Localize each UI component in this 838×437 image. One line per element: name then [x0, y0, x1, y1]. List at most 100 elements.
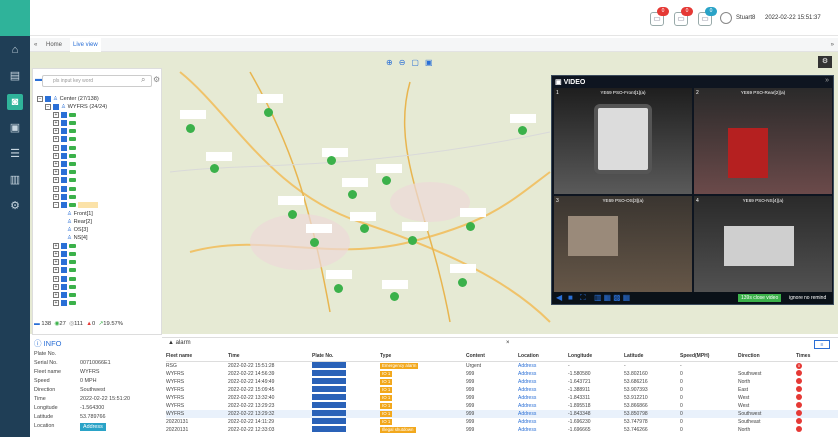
- live-view-icon[interactable]: ◙: [7, 94, 23, 110]
- location-cell-value[interactable]: Address: [518, 403, 536, 409]
- tree-vehicle[interactable]: +: [37, 177, 157, 185]
- tree-vehicle[interactable]: +: [37, 128, 157, 136]
- tree-vehicle[interactable]: +: [37, 300, 157, 308]
- vehicle-marker[interactable]: [310, 238, 319, 247]
- col-header[interactable]: Direction: [738, 352, 796, 362]
- col-header[interactable]: Type: [380, 352, 466, 362]
- col-header[interactable]: Speed(MPH): [680, 352, 738, 362]
- vehicle-marker[interactable]: [264, 108, 273, 117]
- report-icon[interactable]: ▥: [7, 172, 23, 188]
- volume-icon[interactable]: ◀: [556, 293, 562, 302]
- times-cell-value[interactable]: [796, 401, 802, 408]
- table-row[interactable]: WYFRS 2022-02-22 13:29:32 IO 1 999 Address -1…: [166, 409, 838, 418]
- tree-vehicle[interactable]: +: [37, 283, 157, 291]
- times-cell-value[interactable]: [796, 377, 802, 384]
- vehicle-marker[interactable]: [360, 224, 369, 233]
- vehicle-marker[interactable]: [334, 284, 343, 293]
- search-icon[interactable]: ⌕: [141, 75, 145, 85]
- times-cell-value[interactable]: 0: [796, 362, 802, 369]
- settings-icon[interactable]: ⚙: [7, 198, 23, 214]
- tree-vehicle[interactable]: +: [37, 120, 157, 128]
- col-header[interactable]: Longitude: [568, 352, 624, 362]
- no-remind-button[interactable]: no remind: [804, 295, 826, 301]
- tree-vehicle[interactable]: +: [37, 259, 157, 267]
- vehicle-marker[interactable]: [518, 126, 527, 135]
- camera-icon[interactable]: ■: [568, 293, 573, 302]
- map-settings-icon[interactable]: ⚙: [818, 56, 832, 68]
- table-row[interactable]: RSG 2022-02-22 15:51:28 Emergency alarm Urg…: [166, 361, 838, 370]
- vehicle-marker[interactable]: [382, 176, 391, 185]
- tree-vehicle[interactable]: +: [37, 251, 157, 259]
- filter-icon[interactable]: ⚙: [153, 75, 160, 84]
- location-cell[interactable]: Address: [518, 418, 568, 426]
- close-icon[interactable]: ×: [506, 340, 510, 346]
- vehicle-marker[interactable]: [288, 210, 297, 219]
- col-header[interactable]: Fleet name: [166, 352, 228, 362]
- user-avatar-icon[interactable]: [720, 12, 732, 24]
- close-video-button[interactable]: 139s close video: [738, 294, 782, 302]
- location-cell-value[interactable]: Address: [518, 371, 536, 377]
- times-cell-value[interactable]: [796, 393, 802, 400]
- table-row[interactable]: WYFRS 2022-02-22 14:56:39 IO 1 999 Address -1…: [166, 369, 838, 378]
- message-icon[interactable]: ▭ 0: [698, 7, 717, 26]
- location-cell[interactable]: Address: [518, 409, 568, 418]
- map-toolbar[interactable]: ⊕⊖▢▣: [386, 58, 446, 68]
- tree-vehicle[interactable]: +: [37, 161, 157, 169]
- vehicle-marker[interactable]: [210, 164, 219, 173]
- times-cell-value[interactable]: [796, 409, 802, 416]
- times-cell-value[interactable]: [796, 425, 802, 432]
- tab-live-view[interactable]: Live view: [70, 38, 101, 52]
- col-header[interactable]: Location: [518, 352, 568, 362]
- tree-vehicle[interactable]: +: [37, 136, 157, 144]
- vehicle-marker[interactable]: [186, 124, 195, 133]
- vehicle-marker[interactable]: [408, 236, 417, 245]
- video-cell[interactable]: 3 YE69 PSO-OS[3](a): [554, 196, 692, 302]
- layout-icons[interactable]: ▥▦▩▦: [594, 293, 632, 302]
- table-row[interactable]: WYFRS 2022-02-22 14:49:49 IO 1 999 Address -1…: [166, 377, 838, 386]
- expand-icon[interactable]: »: [825, 77, 829, 84]
- tree-channel[interactable]: ♙ Front[1]: [37, 210, 157, 218]
- tree-vehicle[interactable]: +: [37, 267, 157, 275]
- vehicle-marker[interactable]: [348, 190, 357, 199]
- columns-icon[interactable]: ≡: [814, 340, 830, 349]
- vehicle-marker[interactable]: [458, 278, 467, 287]
- table-row[interactable]: WYFRS 2022-02-22 13:29:23 IO 1 999 Address -1…: [166, 401, 838, 410]
- location-cell-value[interactable]: Address: [518, 379, 536, 385]
- location-cell[interactable]: Address: [518, 370, 568, 378]
- forward-icon[interactable]: »: [831, 38, 834, 52]
- col-header[interactable]: Times: [796, 352, 838, 362]
- alarm-tab[interactable]: ▲ alarm: [168, 340, 191, 346]
- tree-group[interactable]: − ♙ WYFRS (24/24): [37, 103, 157, 111]
- location-cell-value[interactable]: Address: [518, 419, 536, 425]
- col-header[interactable]: Plate No.: [312, 352, 380, 362]
- location-cell[interactable]: Address: [518, 402, 568, 410]
- location-cell-value[interactable]: Address: [518, 411, 536, 417]
- tree-channel[interactable]: ♙ OS[3]: [37, 226, 157, 234]
- tree-vehicle[interactable]: +: [37, 169, 157, 177]
- tree-channel[interactable]: ♙ Rear[2]: [37, 218, 157, 226]
- col-header[interactable]: Time: [228, 352, 312, 362]
- search-input[interactable]: pls input key word: [42, 75, 152, 87]
- location-cell[interactable]: Address: [518, 394, 568, 402]
- location-cell[interactable]: Address: [518, 386, 568, 394]
- table-row[interactable]: 20220131 2022-02-22 14:11:29 IO 1 999 Addres…: [166, 417, 838, 426]
- tree-vehicle[interactable]: +: [37, 111, 157, 119]
- tab-home[interactable]: Home: [46, 38, 62, 52]
- fullscreen-icon[interactable]: ⛶: [580, 293, 586, 303]
- location-cell-value[interactable]: Address: [518, 387, 536, 393]
- alarm-icon[interactable]: ▭ 0: [674, 7, 693, 26]
- vehicle-marker[interactable]: [390, 292, 399, 301]
- tree-vehicle-selected[interactable]: −: [37, 201, 157, 209]
- location-cell-value[interactable]: Address: [518, 395, 536, 401]
- tree-vehicle[interactable]: +: [37, 185, 157, 193]
- address-button[interactable]: Address: [80, 423, 106, 431]
- table-row[interactable]: WYFRS 2022-02-22 13:32:40 IO 1 999 Address -1…: [166, 393, 838, 402]
- table-row[interactable]: 20220131 2022-02-22 12:33:03 Illegal shutd…: [166, 425, 838, 434]
- message-icon[interactable]: ▣: [7, 120, 23, 136]
- user-name[interactable]: Stuart8: [736, 15, 755, 21]
- tree-root[interactable]: − ♙ Center (27/138): [37, 95, 157, 103]
- home-icon[interactable]: ⌂: [7, 42, 23, 58]
- location-cell-value[interactable]: Address: [518, 363, 536, 369]
- times-cell-value[interactable]: [796, 417, 802, 424]
- col-header[interactable]: Latitude: [624, 352, 680, 362]
